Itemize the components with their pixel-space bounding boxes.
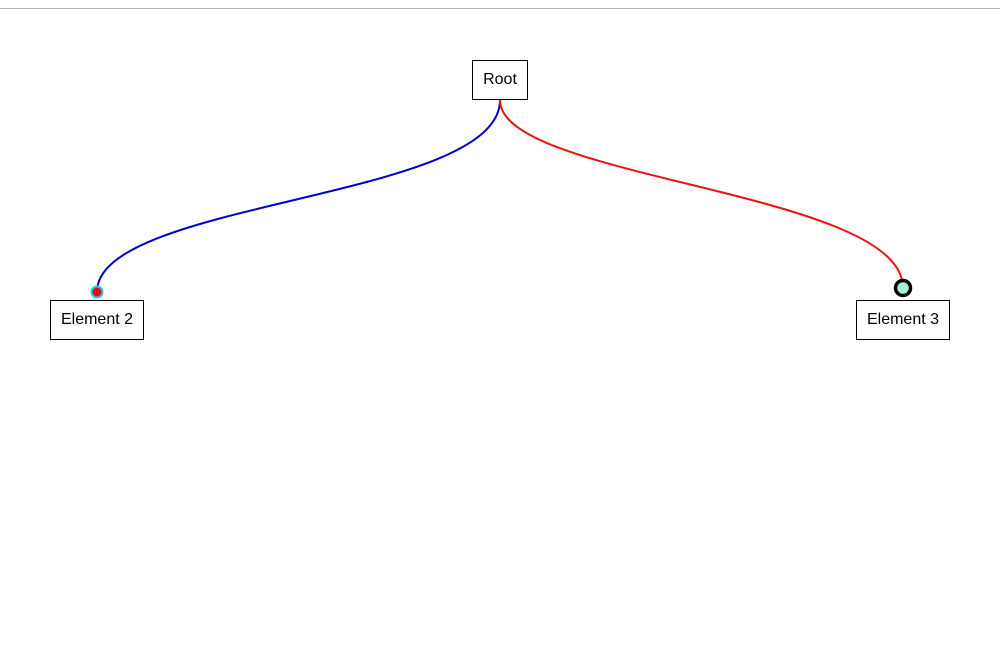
node-element-3-label: Element 3 [866, 311, 940, 328]
node-element-3[interactable]: Element 3 [856, 300, 950, 340]
connector-endpoint-element3[interactable] [893, 278, 913, 298]
connector-root-element2[interactable] [96, 99, 501, 293]
node-root-label: Root [483, 71, 517, 88]
diagram-canvas: Root Element 2 Element 3 [0, 0, 1000, 660]
connector-endpoint-element2[interactable] [90, 285, 104, 299]
node-element-2-label: Element 2 [60, 311, 134, 328]
node-root[interactable]: Root [472, 60, 528, 100]
connector-root-element3[interactable] [499, 99, 904, 289]
node-element-2[interactable]: Element 2 [50, 300, 144, 340]
